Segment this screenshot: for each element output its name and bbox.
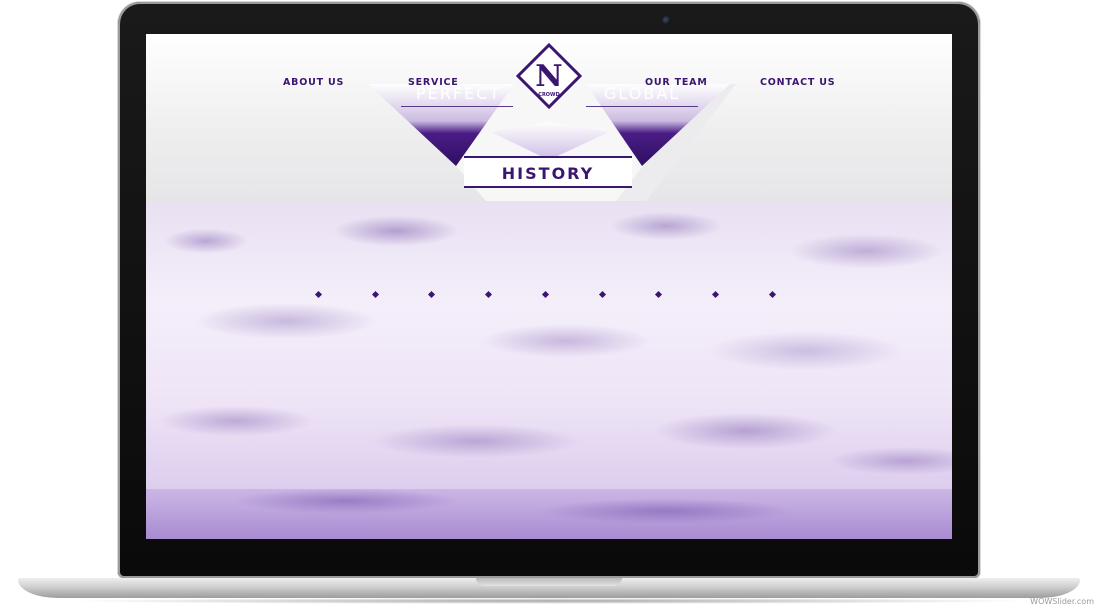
tagline-underline-left [401,106,513,107]
watermark: WOWSlider.com [1030,597,1094,606]
history-label-box[interactable]: HISTORY [464,156,632,188]
tagline-underline-right [586,106,698,107]
n-crowd-logo[interactable]: N CROWD [516,43,582,109]
slider-dot[interactable] [598,290,607,299]
history-label: HISTORY [501,164,595,183]
tagline-global: GLOBAL [604,84,681,103]
cloud-lower-band [146,489,952,539]
tagline-perfect: PERFECT [416,84,502,103]
slider-dot[interactable] [371,290,380,299]
slider-dot[interactable] [711,290,720,299]
nav-contact-us[interactable]: CONTACT US [760,77,835,88]
logo-letter: N [535,59,562,94]
slider-dot[interactable] [484,290,493,299]
slider-dot[interactable] [314,290,323,299]
slider-dot[interactable] [768,290,777,299]
logo-subtext: CROWD [538,92,559,98]
slider-dot[interactable] [654,290,663,299]
laptop-shadow [60,598,1040,604]
slider-dot[interactable] [427,290,436,299]
website-screen: ABOUT US SERVICE OUR TEAM CONTACT US PER… [146,34,952,539]
webcam-icon [662,16,671,25]
laptop-opening-notch [476,578,622,586]
slider-dot[interactable] [541,290,550,299]
slider-dots [314,290,786,300]
nav-about-us[interactable]: ABOUT US [283,77,344,88]
